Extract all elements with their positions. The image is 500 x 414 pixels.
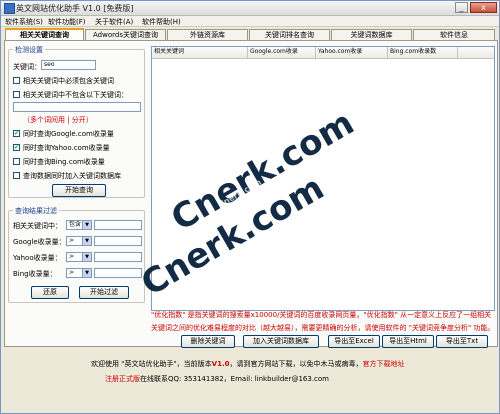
google-checkbox[interactable]: ✔ (13, 130, 20, 137)
add-to-db-label: 查询数据同时加入关键词数据库 (23, 172, 121, 180)
menu-bar: 软件系统(S) 软件功能(F) 关于软件(A) 软件帮助(H) (1, 16, 499, 27)
filter-yahoo-op-value: > (69, 253, 75, 260)
register-link[interactable]: 注册正式版 (105, 375, 140, 383)
filter-google-op[interactable]: > ▼ (66, 236, 92, 246)
menu-about[interactable]: 关于软件(A) (95, 17, 133, 27)
filter-keyword-input[interactable] (94, 220, 142, 230)
menu-help[interactable]: 软件帮助(H) (142, 17, 181, 27)
must-exclude-label: 相关关键词中不包含以下关键词： (23, 91, 128, 99)
must-include-checkbox[interactable] (13, 77, 20, 84)
add-to-db-checkbox[interactable] (13, 172, 20, 179)
filter-google-label: Google收录量： (13, 238, 66, 246)
delete-keyword-button[interactable]: 删除关键词 (181, 335, 235, 348)
filter-bing-op[interactable]: > ▼ (66, 268, 92, 278)
minimize-button[interactable]: _ (455, 2, 468, 13)
yahoo-label: 同时查询Yahoo.com收录量 (23, 144, 110, 152)
export-excel-button[interactable]: 导出至Excel (328, 335, 380, 348)
filter-keyword-label: 相关关键词中： (13, 222, 62, 230)
keyword-label: 关键词： (13, 63, 41, 71)
tab-backlinks[interactable]: 外链资源库 (167, 29, 248, 40)
yahoo-checkbox[interactable]: ✔ (13, 144, 20, 151)
welcome-prefix: 欢迎使用 "英文站优化助手"，当前版本 (91, 360, 212, 368)
filter-keyword-op[interactable]: 包含 ▼ (66, 220, 92, 230)
results-table-header: 相关关键词 Google.com收录 Yahoo.com收录 Bing.com收… (152, 47, 494, 59)
keyword-input[interactable]: seo (41, 60, 96, 70)
settings-group: 检测设置 关键词： seo 相关关键词中必须包含关键词 相关关键词中不包含以下关… (8, 45, 145, 198)
filter-group: 查询结果过滤 相关关键词中： 包含 ▼ Google收录量： > ▼ Yahoo收录… (8, 206, 145, 303)
chevron-down-icon: ▼ (82, 269, 91, 277)
version-text: V1.0 (211, 360, 230, 368)
optimization-index-note: "优化指数" 是指关键词的搜索量x10000/关键词的百度收录网页量，"优化指数… (151, 311, 495, 332)
contact-text: 在线联系QQ: 353141382，Email: linkbuilder@163… (140, 375, 330, 383)
export-html-button[interactable]: 导出至Html (382, 335, 434, 348)
close-button[interactable]: x (470, 2, 497, 13)
results-table[interactable]: 相关关键词 Google.com收录 Yahoo.com收录 Bing.com收… (151, 46, 495, 311)
bing-label: 同时查询Bing.com收录量 (23, 158, 105, 166)
exclude-input[interactable] (13, 102, 141, 112)
filter-bing-input[interactable] (94, 268, 142, 278)
tab-related-keywords[interactable]: 相关关键词查询 (5, 28, 84, 40)
filter-google-input[interactable] (94, 236, 142, 246)
filter-bing-op-value: > (69, 269, 75, 276)
filter-yahoo-op[interactable]: > ▼ (66, 252, 92, 262)
title-bar[interactable]: 英文网站优化助手 V1.0 [免费版] _ x (1, 1, 499, 16)
filter-google-op-value: > (69, 237, 75, 244)
menu-system[interactable]: 软件系统(S) (5, 17, 43, 27)
tab-rank-check[interactable]: 关键词排名查询 (249, 29, 330, 40)
app-icon (4, 3, 15, 14)
chevron-down-icon: ▼ (82, 253, 91, 261)
tab-strip: 相关关键词查询 Adwords关键词查询 外链资源库 关键词排名查询 关键词数据… (4, 28, 498, 40)
start-query-button[interactable]: 开始查询 (52, 184, 106, 197)
welcome-line: 欢迎使用 "英文站优化助手"，当前版本V1.0，请到官方网站下载，以免中木马或病… (91, 359, 405, 369)
reset-button[interactable]: 还原 (31, 286, 69, 299)
menu-functions[interactable]: 软件功能(F) (48, 17, 86, 27)
filter-yahoo-label: Yahoo收录量： (13, 254, 62, 262)
filter-bing-label: Bing收录量： (13, 270, 57, 278)
filter-keyword-op-value: 包含 (69, 221, 82, 228)
export-txt-button[interactable]: 导出至Txt (436, 335, 488, 348)
contact-line: 注册正式版在线联系QQ: 353141382，Email: linkbuilde… (105, 374, 329, 384)
welcome-suffix: ，请到官方网站下载，以免中木马或病毒， (229, 360, 363, 368)
window-title: 英文网站优化助手 V1.0 [免费版] (16, 4, 134, 13)
official-download-link[interactable]: 官方下载地址 (363, 360, 405, 368)
chevron-down-icon: ▼ (82, 237, 91, 245)
tab-content: 检测设置 关键词： seo 相关关键词中必须包含关键词 相关关键词中不包含以下关… (4, 40, 498, 348)
must-exclude-checkbox[interactable] (13, 91, 20, 98)
settings-title: 检测设置 (13, 45, 45, 55)
tab-adwords[interactable]: Adwords关键词查询 (85, 29, 166, 40)
tab-software-info[interactable]: 软件信息 (413, 29, 495, 40)
must-include-label: 相关关键词中必须包含关键词 (23, 77, 114, 85)
column-header-yahoo[interactable]: Yahoo.com收录 (316, 47, 388, 58)
tab-keyword-db[interactable]: 关键词数据库 (331, 29, 412, 40)
status-area: 欢迎使用 "英文站优化助手"，当前版本V1.0，请到官方网站下载，以免中木马或病… (4, 353, 498, 411)
column-header-google[interactable]: Google.com收录 (248, 47, 316, 58)
filter-title: 查询结果过滤 (13, 206, 59, 216)
start-filter-button[interactable]: 开始过滤 (79, 286, 129, 299)
filter-yahoo-input[interactable] (94, 252, 142, 262)
chevron-down-icon: ▼ (82, 221, 91, 229)
app-window: 英文网站优化助手 V1.0 [免费版] _ x 软件系统(S) 软件功能(F) … (0, 0, 500, 414)
column-header-bing[interactable]: Bing.com收录数 (388, 47, 458, 58)
google-label: 同时查询Google.com收录量 (23, 130, 114, 138)
multi-hint: （多个词间用 | 分开） (23, 116, 93, 124)
add-to-db-button[interactable]: 加入关键词数据库 (243, 335, 319, 348)
bing-checkbox[interactable] (13, 158, 20, 165)
column-header-keyword[interactable]: 相关关键词 (152, 47, 248, 58)
